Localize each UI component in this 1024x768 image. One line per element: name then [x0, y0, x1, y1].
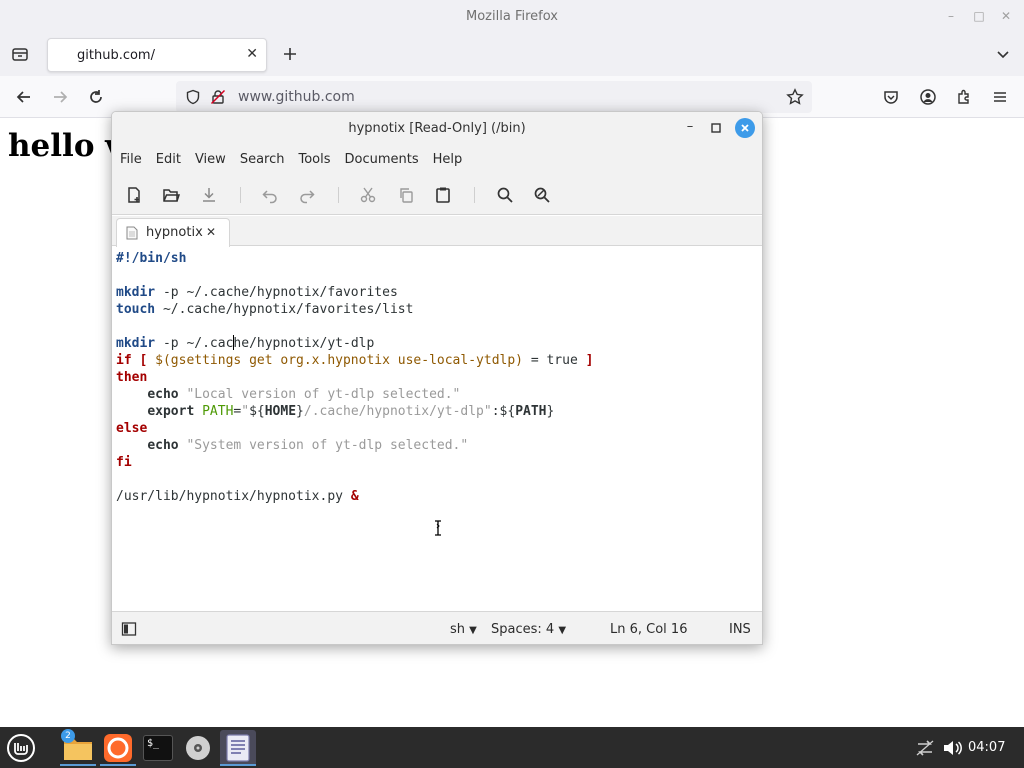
code-line-3: mkdir -p ~/.cache/hypnotix/favorites: [116, 285, 398, 300]
search-icon[interactable]: [494, 184, 516, 206]
files-badge: 2: [61, 729, 75, 743]
language-selector[interactable]: sh ▼: [450, 622, 477, 637]
taskbar: 2 $_ 04:07: [0, 727, 1024, 768]
url-bar[interactable]: www.github.com: [176, 81, 812, 113]
menu-file[interactable]: File: [120, 152, 150, 167]
code-line-9: echo "Local version of yt-dlp selected.": [147, 387, 461, 402]
terminal-glyph: $_: [143, 735, 173, 761]
firefox-view-icon[interactable]: [7, 41, 33, 67]
save-download-icon[interactable]: [198, 184, 220, 206]
redo-icon[interactable]: [296, 184, 318, 206]
shield-icon[interactable]: [185, 89, 201, 109]
editor-close-button[interactable]: [735, 118, 755, 138]
browser-tab[interactable]: github.com/ ✕: [47, 38, 267, 72]
editor-toolbar: [112, 173, 762, 215]
browser-close-button[interactable]: ✕: [998, 8, 1014, 24]
code-line-1: #!/bin/sh: [116, 251, 187, 266]
code-line-15: /usr/lib/hypnotix/hypnotix.py &: [116, 489, 359, 504]
mint-menu-icon[interactable]: [3, 730, 39, 766]
editor-minimize-button[interactable]: –: [682, 120, 698, 136]
side-panel-toggle-icon[interactable]: [121, 621, 137, 641]
document-icon: [126, 226, 138, 244]
menu-edit[interactable]: Edit: [156, 152, 189, 167]
terminal-icon[interactable]: $_: [140, 730, 176, 766]
new-document-icon[interactable]: [123, 184, 145, 206]
code-line-7: if [ $(gsettings get org.x.hypnotix use-…: [116, 353, 594, 368]
menu-view[interactable]: View: [195, 152, 234, 167]
paste-icon[interactable]: [432, 184, 454, 206]
code-line-13: fi: [116, 455, 132, 470]
code-line-4: touch ~/.cache/hypnotix/favorites/list: [116, 302, 414, 317]
browser-maximize-button[interactable]: □: [971, 8, 987, 24]
list-all-tabs-icon[interactable]: [990, 41, 1016, 67]
insecure-lock-icon[interactable]: [210, 89, 226, 109]
network-icon[interactable]: [912, 730, 938, 766]
tab-close-icon[interactable]: ✕: [246, 46, 258, 62]
find-replace-icon[interactable]: [531, 184, 553, 206]
pocket-icon[interactable]: [878, 84, 904, 110]
hamburger-menu-icon[interactable]: [987, 84, 1013, 110]
insert-mode[interactable]: INS: [729, 622, 751, 637]
volume-icon[interactable]: [940, 730, 964, 766]
menu-documents[interactable]: Documents: [345, 152, 427, 167]
text-editor-window: hypnotix [Read-Only] (/bin) – File Edit …: [111, 111, 763, 645]
url-text[interactable]: www.github.com: [238, 89, 355, 105]
document-tab-label: hypnotix: [146, 225, 203, 240]
indent-selector[interactable]: Spaces: 4 ▼: [491, 622, 566, 637]
toolbar-separator: [338, 187, 339, 203]
account-icon[interactable]: [915, 84, 941, 110]
menu-tools[interactable]: Tools: [298, 152, 338, 167]
browser-tab-title: github.com/: [77, 48, 155, 63]
firefox-icon[interactable]: [100, 730, 136, 766]
code-line-8: then: [116, 370, 148, 385]
reload-icon[interactable]: [83, 84, 109, 110]
forward-icon[interactable]: [47, 84, 73, 110]
bookmark-star-icon[interactable]: [786, 88, 804, 110]
code-line-12: echo "System version of yt-dlp selected.…: [147, 438, 469, 453]
active-indicator: [100, 764, 136, 766]
text-editor-icon[interactable]: [220, 730, 256, 766]
open-folder-icon[interactable]: [160, 184, 182, 206]
toolbar-separator: [474, 187, 475, 203]
clock[interactable]: 04:07: [968, 740, 1005, 755]
menu-help[interactable]: Help: [433, 152, 471, 167]
text-cursor: [232, 335, 234, 350]
editor-titlebar[interactable]: hypnotix [Read-Only] (/bin) –: [112, 112, 762, 145]
code-view[interactable]: #!/bin/sh mkdir -p ~/.cache/hypnotix/fav…: [112, 247, 762, 611]
document-tab-close-icon[interactable]: ✕: [206, 225, 216, 239]
editor-window-title: hypnotix [Read-Only] (/bin): [348, 121, 526, 136]
back-icon[interactable]: [11, 84, 37, 110]
new-tab-icon[interactable]: [277, 41, 303, 67]
browser-window-title: Mozilla Firefox: [466, 9, 558, 24]
cut-icon[interactable]: [357, 184, 379, 206]
code-line-6: mkdir -p ~/.cache/hypnotix/yt-dlp: [116, 335, 375, 351]
toolbar-separator: [240, 187, 241, 203]
editor-tabstrip: hypnotix ✕: [112, 216, 762, 247]
active-indicator: [220, 764, 256, 766]
browser-titlebar: Mozilla Firefox – □ ✕: [0, 0, 1024, 34]
editor-maximize-button[interactable]: [709, 121, 723, 135]
ibeam-cursor-icon: [435, 520, 441, 536]
editor-menubar: File Edit View Search Tools Documents He…: [112, 145, 762, 173]
extensions-icon[interactable]: [951, 84, 977, 110]
menu-search[interactable]: Search: [240, 152, 293, 167]
page-heading: hello v: [8, 128, 124, 164]
browser-minimize-button[interactable]: –: [943, 8, 959, 24]
code-line-10: export PATH="${HOME}/.cache/hypnotix/yt-…: [147, 404, 555, 419]
undo-icon[interactable]: [259, 184, 281, 206]
disc-icon[interactable]: [180, 730, 216, 766]
editor-statusbar: sh ▼ Spaces: 4 ▼ Ln 6, Col 16 INS: [112, 611, 762, 644]
active-indicator: [60, 764, 96, 766]
document-tab[interactable]: hypnotix ✕: [116, 218, 230, 247]
cursor-position[interactable]: Ln 6, Col 16: [610, 622, 687, 637]
copy-icon[interactable]: [395, 184, 417, 206]
browser-tabbar: github.com/ ✕: [0, 34, 1024, 76]
code-line-11: else: [116, 421, 148, 436]
